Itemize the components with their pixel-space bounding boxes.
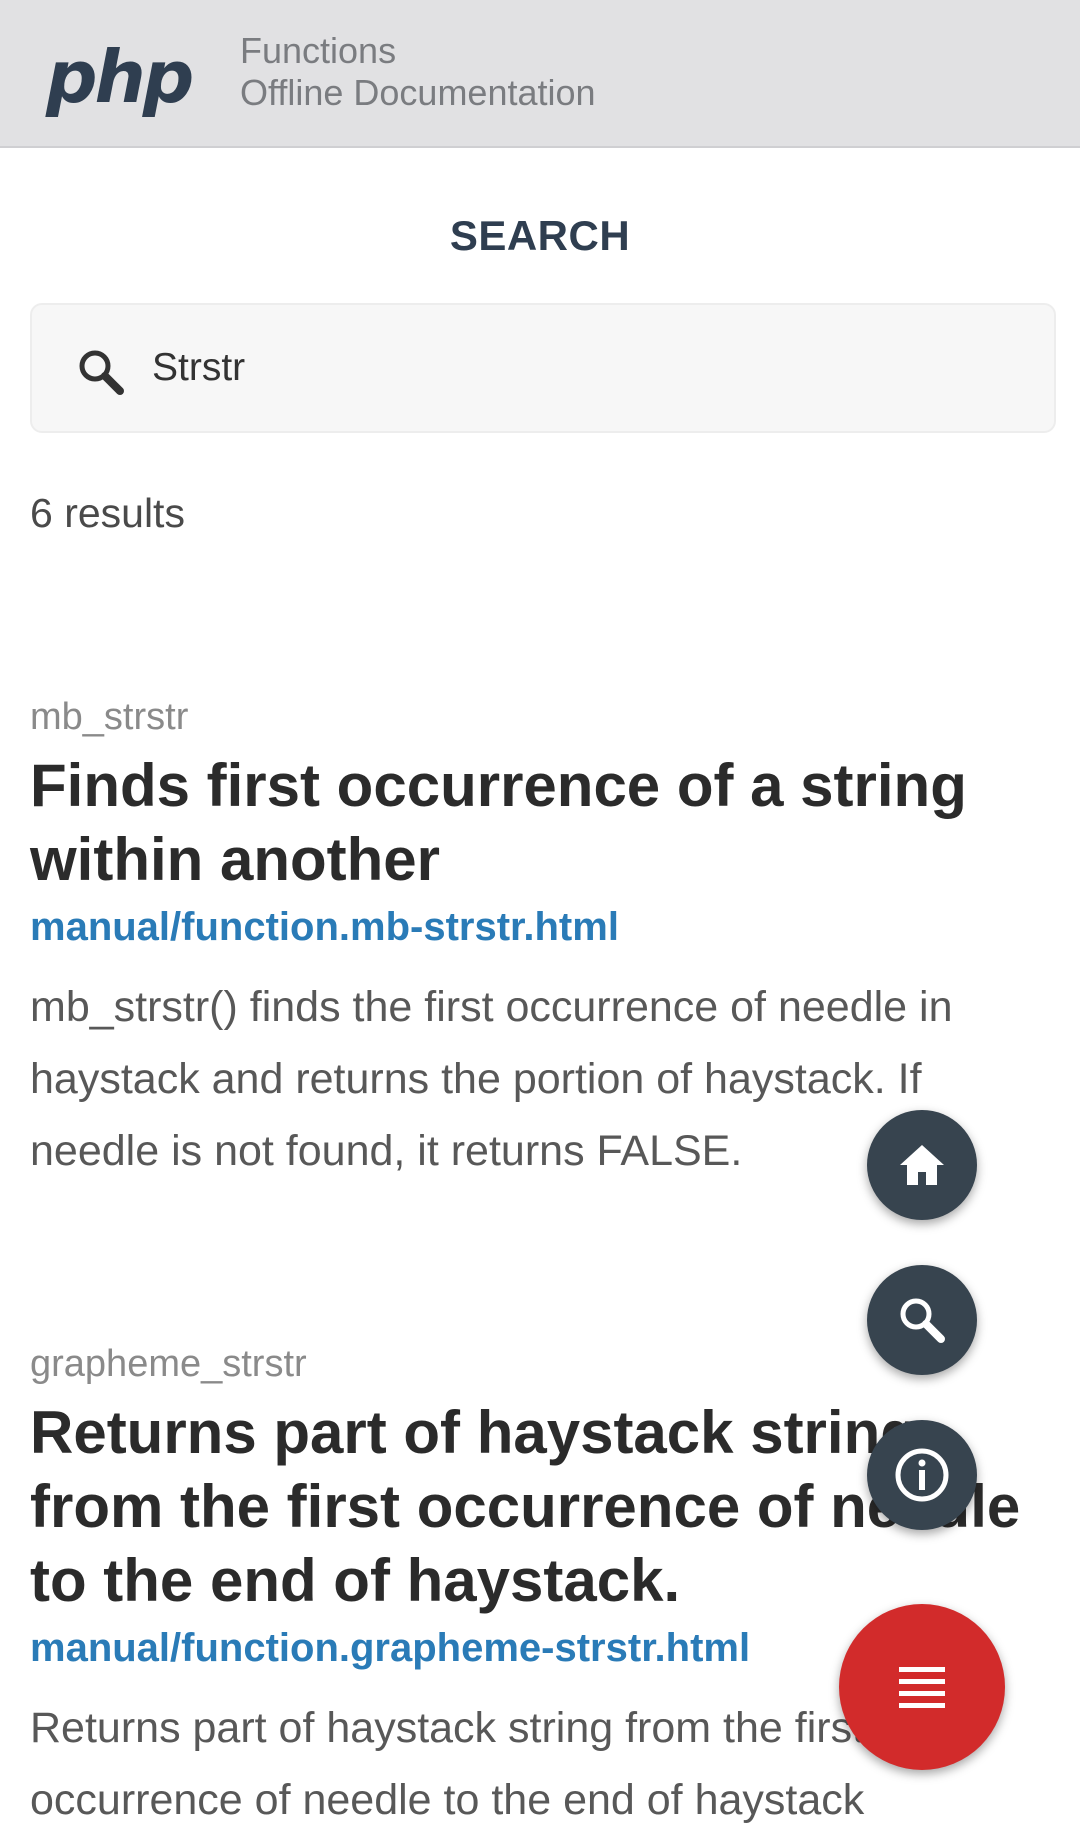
search-section-title: SEARCH: [449, 212, 631, 259]
home-icon: [900, 1145, 944, 1185]
search-icon: [79, 350, 124, 395]
menu-fab-button[interactable]: [839, 1604, 1005, 1770]
search-input[interactable]: [152, 333, 1012, 403]
result-function-name: mb_strstr: [30, 696, 189, 738]
php-logo-text: php: [45, 35, 192, 119]
menu-icon: [899, 1667, 945, 1708]
search-icon: [900, 1298, 945, 1343]
search-fab-button[interactable]: [867, 1265, 977, 1375]
results-count: 6 results: [30, 490, 185, 536]
search-box[interactable]: [30, 303, 1056, 433]
info-fab-button[interactable]: [867, 1420, 977, 1530]
php-logo[interactable]: php: [42, 34, 202, 124]
result-link[interactable]: manual/function.mb-strstr.html: [30, 899, 1050, 955]
home-fab-button[interactable]: [867, 1110, 977, 1220]
header-title-line1: Functions: [240, 30, 397, 71]
header-title: Functions Offline Documentation: [240, 30, 596, 114]
result-item: mb_strstr Finds first occurrence of a st…: [30, 695, 1050, 1187]
header-title-line2: Offline Documentation: [240, 72, 596, 113]
app-header: php Functions Offline Documentation: [0, 0, 1080, 148]
info-icon: [895, 1448, 949, 1502]
result-title[interactable]: Finds first occurrence of a string withi…: [30, 749, 1050, 897]
